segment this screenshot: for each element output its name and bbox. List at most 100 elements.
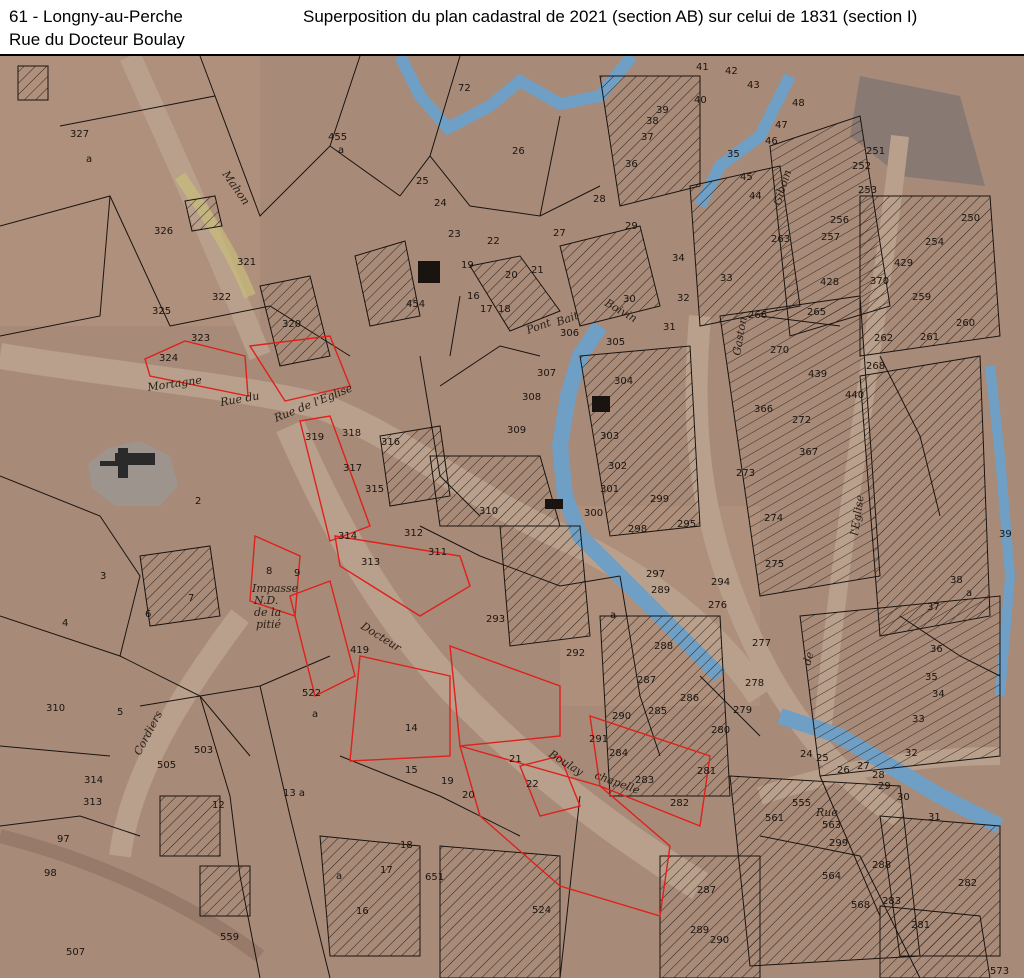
parcel-number: 22 [487, 236, 500, 247]
parcel-number: a [312, 709, 318, 720]
parcel-number: 44 [749, 191, 762, 202]
parcel-number: 311 [428, 547, 447, 558]
parcel-number: 299 [650, 494, 669, 505]
parcel-number: 31 [663, 322, 676, 333]
parcel-number: 25 [416, 176, 429, 187]
parcel-number: 2 [195, 496, 201, 507]
cadastral-map-svg[interactable]: 72 26 25 24 23 22 21 20 19 18 17 16 27 2… [0, 56, 1024, 978]
parcel-number: 283 [882, 896, 901, 907]
parcel-number: 299 [829, 838, 848, 849]
parcel-number: 46 [765, 136, 778, 147]
parcel-number: 295 [677, 519, 696, 530]
parcel-number: 26 [837, 765, 850, 776]
parcel-number: 555 [792, 798, 811, 809]
parcel-number: 9 [294, 568, 300, 579]
parcel-number: 524 [532, 905, 551, 916]
parcel-number: 261 [920, 332, 939, 343]
parcel-number: 274 [764, 513, 783, 524]
parcel-number: 39 [656, 105, 669, 116]
parcel-number: 278 [745, 678, 764, 689]
parcel-number: 21 [509, 754, 522, 765]
parcel-number: 324 [159, 353, 178, 364]
parcel-number: 36 [625, 159, 638, 170]
parcel-number: 317 [343, 463, 362, 474]
parcel-number: 251 [866, 146, 885, 157]
parcel-number: 281 [697, 766, 716, 777]
parcel-number: 257 [821, 232, 840, 243]
parcel-number: 307 [537, 368, 556, 379]
parcel-number: 286 [680, 693, 699, 704]
parcel-number: 320 [282, 319, 301, 330]
parcel-number: 573 [990, 966, 1009, 977]
parcel-number: 276 [708, 600, 727, 611]
parcel-number: 367 [799, 447, 818, 458]
parcel-number: 36 [930, 644, 943, 655]
parcel-number: 563 [822, 820, 841, 831]
parcel-number: a [336, 871, 342, 882]
location-commune: 61 - Longny-au-Perche [9, 7, 183, 26]
location-street: Rue du Docteur Boulay [9, 30, 185, 49]
parcel-number: 314 [84, 775, 103, 786]
parcel-number: 38 [950, 575, 963, 586]
parcel-number: 522 [302, 688, 321, 699]
parcel-number: 253 [858, 185, 877, 196]
cadastral-map[interactable]: 72 26 25 24 23 22 21 20 19 18 17 16 27 2… [0, 56, 1024, 978]
parcel-number: 42 [725, 66, 738, 77]
parcel-number: 266 [748, 310, 767, 321]
parcel-number: 37 [641, 132, 654, 143]
parcel-number: 325 [152, 306, 171, 317]
parcel-number: 260 [956, 318, 975, 329]
parcel-number: 309 [507, 425, 526, 436]
parcel-number: 284 [609, 748, 628, 759]
parcel-number: 306 [560, 328, 579, 339]
parcel-number: 316 [381, 437, 400, 448]
parcel-number: 312 [404, 528, 423, 539]
parcel-number: 297 [646, 569, 665, 580]
parcel-number: 301 [600, 484, 619, 495]
parcel-number: 263 [771, 234, 790, 245]
parcel-number: 454 [406, 299, 425, 310]
parcel-number: 259 [912, 292, 931, 303]
parcel-number: 27 [857, 761, 870, 772]
parcel-number: 290 [612, 711, 631, 722]
parcel-number: 43 [747, 80, 760, 91]
parcel-number: 97 [57, 834, 70, 845]
parcel-number: a [966, 588, 972, 599]
parcel-number: 419 [350, 645, 369, 656]
parcel-number: 318 [342, 428, 361, 439]
parcel-number: 287 [637, 675, 656, 686]
parcel-number: 428 [820, 277, 839, 288]
parcel-number: 39 [999, 529, 1012, 540]
parcel-number: 291 [589, 734, 608, 745]
parcel-number: 33 [720, 273, 733, 284]
parcel-number: a [338, 145, 344, 156]
parcel-number: 18 [400, 840, 413, 851]
parcel-number: 289 [651, 585, 670, 596]
parcel-number: 568 [851, 900, 870, 911]
parcel-number: 8 [266, 566, 272, 577]
parcel-number: 45 [740, 172, 753, 183]
parcel-number: 300 [584, 508, 603, 519]
parcel-number: 304 [614, 376, 633, 387]
parcel-number: 22 [526, 779, 539, 790]
street-label: pitié [256, 618, 281, 631]
parcel-number: 16 [356, 906, 369, 917]
map-header: 61 - Longny-au-Perche Rue du Docteur Bou… [0, 0, 1024, 56]
parcel-number: 289 [690, 925, 709, 936]
parcel-number: 24 [434, 198, 447, 209]
parcel-number: 275 [765, 559, 784, 570]
parcel-number: 26 [512, 146, 525, 157]
parcel-number: 314 [338, 531, 357, 542]
parcel-number: 327 [70, 129, 89, 140]
parcel-number: 6 [145, 609, 151, 620]
parcel-number: 564 [822, 871, 841, 882]
parcel-number: 31 [928, 812, 941, 823]
parcel-number: 293 [486, 614, 505, 625]
parcel-number: 27 [553, 228, 566, 239]
parcel-number: 33 [912, 714, 925, 725]
parcel-number: 270 [770, 345, 789, 356]
parcel-number: 313 [83, 797, 102, 808]
parcel-number: 282 [670, 798, 689, 809]
parcel-number: 281 [911, 920, 930, 931]
parcel-number: 72 [458, 83, 471, 94]
